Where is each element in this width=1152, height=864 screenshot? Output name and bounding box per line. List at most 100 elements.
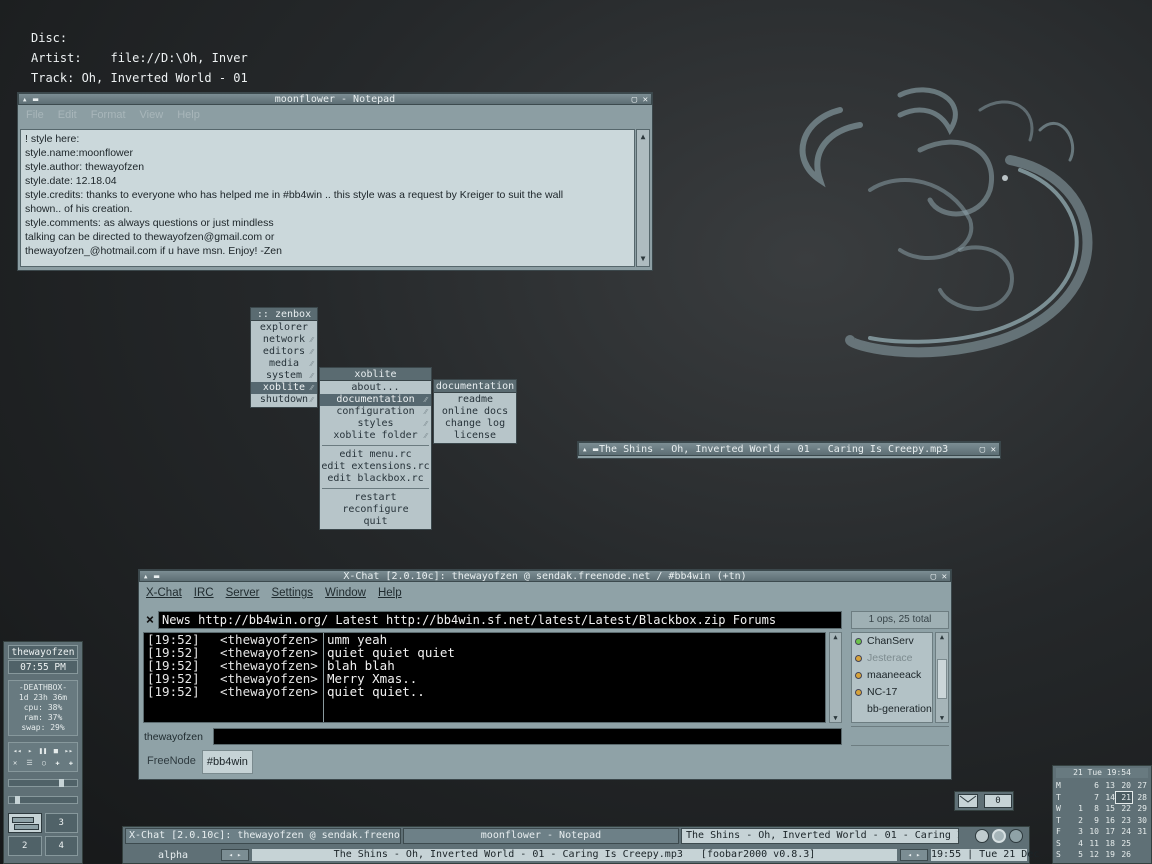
calendar-date[interactable]: 23 [1116, 815, 1132, 827]
menu-settings[interactable]: Settings [271, 587, 313, 604]
calendar-date[interactable]: 30 [1132, 815, 1148, 827]
next-icon[interactable]: ▸▸ [65, 745, 73, 757]
window-menu-icon[interactable]: ▴ ▬ [143, 571, 159, 581]
menu-item-change-log[interactable]: change log [434, 418, 516, 430]
task-button-foobar[interactable]: The Shins - Oh, Inverted World - 01 - Ca… [681, 828, 959, 844]
xchat-window[interactable]: ▴ ▬ X-Chat [2.0.10c]: thewayofzen @ send… [138, 569, 952, 780]
calendar-date[interactable]: 14 [1100, 792, 1116, 804]
user-list-item[interactable]: ChanServ [852, 633, 932, 650]
user-list-item[interactable]: bb-generation [852, 701, 932, 718]
notepad-titlebar[interactable]: ▴ ▬ moonflower - Notepad ▢ ✕ [18, 93, 652, 105]
scroll-down-icon[interactable]: ▼ [637, 252, 649, 266]
calendar-date[interactable]: 5 [1068, 849, 1084, 861]
zenbox-menu[interactable]: :: zenbox :: explorer network ⁄⁄ editors ⁄… [250, 307, 318, 408]
scroll-up-icon[interactable]: ▲ [830, 633, 841, 641]
task-button-xchat[interactable]: X-Chat [2.0.10c]: thewayofzen @ sendak.f… [125, 828, 401, 844]
user-list-item[interactable]: CopSanty [852, 718, 932, 722]
arrow-left-icon[interactable]: ◂ [908, 851, 912, 859]
calendar-date[interactable]: 20 [1116, 780, 1132, 792]
workspace-2[interactable]: 2 [8, 836, 42, 856]
topic-close-button[interactable]: × [143, 611, 157, 629]
menu-item-edit-blackbox-rc[interactable]: edit blackbox.rc [320, 473, 431, 485]
calendar-date[interactable] [1132, 838, 1148, 850]
menu-view[interactable]: View [140, 109, 164, 123]
scroll-up-icon[interactable]: ▲ [936, 633, 948, 641]
tab-bb4win[interactable]: #bb4win [201, 750, 253, 774]
window-menu-icon[interactable]: ▴ ▬ [22, 94, 38, 104]
menu-item-documentation[interactable]: documentation ⁄⁄ [320, 394, 431, 406]
menu-item-xoblite[interactable]: xoblite ⁄⁄ [251, 382, 317, 394]
calendar-date[interactable] [1068, 780, 1084, 792]
menu-item-explorer[interactable]: explorer [251, 322, 317, 334]
calendar-date[interactable]: 2 [1068, 815, 1084, 827]
calendar-date[interactable]: 28 [1132, 792, 1148, 804]
maximize-icon[interactable]: ▢ [632, 94, 637, 104]
xchat-titlebar[interactable]: ▴ ▬ X-Chat [2.0.10c]: thewayofzen @ send… [139, 570, 951, 582]
arrow-left-icon[interactable]: ◂ [229, 851, 233, 859]
pause-icon[interactable]: ❚❚ [39, 745, 47, 757]
menu-item-readme[interactable]: readme [434, 394, 516, 406]
menu-item-online-docs[interactable]: online docs [434, 406, 516, 418]
prev-icon[interactable]: ◂◂ [13, 745, 21, 757]
volume-up-icon[interactable]: ✚ [55, 757, 59, 769]
seek-slider[interactable] [8, 796, 78, 804]
calendar-date[interactable]: 27 [1132, 780, 1148, 792]
arrow-right-icon[interactable]: ▸ [916, 851, 920, 859]
menu-item-system[interactable]: system ⁄⁄ [251, 370, 317, 382]
calendar-date[interactable]: 24 [1116, 826, 1132, 838]
menu-help[interactable]: Help [378, 587, 402, 604]
calendar-date[interactable]: 29 [1132, 803, 1148, 815]
notepad-text-area[interactable]: ! style here: style.name:moonflower styl… [20, 129, 635, 267]
calendar-date[interactable]: 12 [1084, 849, 1100, 861]
documentation-menu[interactable]: documentation readme online docs change … [433, 379, 517, 444]
menu-edit[interactable]: Edit [58, 109, 77, 123]
stop-icon[interactable]: ■ [54, 745, 58, 757]
calendar-date[interactable]: 4 [1068, 838, 1084, 850]
calendar-date[interactable]: 9 [1084, 815, 1100, 827]
window-prev-next[interactable]: ◂ ▸ [900, 849, 928, 861]
task-button-notepad[interactable]: moonflower - Notepad [403, 828, 679, 844]
chat-scrollbar[interactable]: ▲ ▼ [829, 632, 842, 723]
workspace-prev-next[interactable]: ◂ ▸ [221, 849, 249, 861]
volume-slider[interactable] [8, 779, 78, 787]
calendar-date[interactable]: 15 [1100, 803, 1116, 815]
repeat-icon[interactable]: ○ [42, 757, 46, 769]
calendar-date[interactable]: 13 [1100, 780, 1116, 792]
user-list-item[interactable]: maaneeack [852, 667, 932, 684]
user-list-item[interactable]: Jesterace [852, 650, 932, 667]
play-icon[interactable]: ▸ [28, 745, 32, 757]
menu-item-network[interactable]: network ⁄⁄ [251, 334, 317, 346]
calendar-date[interactable]: 11 [1084, 838, 1100, 850]
menu-item-license[interactable]: license [434, 430, 516, 442]
menu-format[interactable]: Format [91, 109, 126, 123]
close-icon[interactable]: ✕ [942, 571, 947, 581]
calendar-date[interactable]: 31 [1132, 826, 1148, 838]
menu-item-styles[interactable]: styles ⁄⁄ [320, 418, 431, 430]
nick-label[interactable]: thewayofzen [144, 731, 203, 743]
menu-item-xoblite-folder[interactable]: xoblite folder ⁄⁄ [320, 430, 431, 442]
workspace-1[interactable] [8, 813, 42, 833]
scroll-up-icon[interactable]: ▲ [637, 130, 649, 144]
xoblite-menu[interactable]: xoblite about... documentation ⁄⁄ configu… [319, 367, 432, 530]
volume-down-icon[interactable]: ✚ [69, 757, 73, 769]
notepad-scrollbar[interactable]: ▲ ▼ [636, 129, 650, 267]
calendar-date[interactable]: 26 [1116, 849, 1132, 861]
menu-item-editors[interactable]: editors ⁄⁄ [251, 346, 317, 358]
scroll-thumb[interactable] [937, 659, 947, 699]
calendar-date[interactable]: 8 [1084, 803, 1100, 815]
calendar-date[interactable]: 7 [1084, 792, 1100, 804]
menu-item-edit-menu-rc[interactable]: edit menu.rc [320, 449, 431, 461]
menu-item-media[interactable]: media ⁄⁄ [251, 358, 317, 370]
calendar-date[interactable]: 22 [1116, 803, 1132, 815]
shuffle-icon[interactable]: ✕ [13, 757, 17, 769]
menu-item-restart[interactable]: restart [320, 492, 431, 504]
window-menu-icon[interactable]: ▴ ▬ [582, 443, 598, 455]
user-list-item[interactable]: NC-17 [852, 684, 932, 701]
menu-window[interactable]: Window [325, 587, 366, 604]
seek-slider-thumb[interactable] [15, 796, 20, 804]
foobar-window[interactable]: ▴ ▬ The Shins - Oh, Inverted World - 01 … [577, 441, 1001, 459]
menu-irc[interactable]: IRC [194, 587, 214, 604]
maximize-icon[interactable]: ▢ [931, 571, 936, 581]
skull-icon[interactable] [975, 829, 989, 843]
workspace-label[interactable]: alpha [125, 850, 221, 861]
